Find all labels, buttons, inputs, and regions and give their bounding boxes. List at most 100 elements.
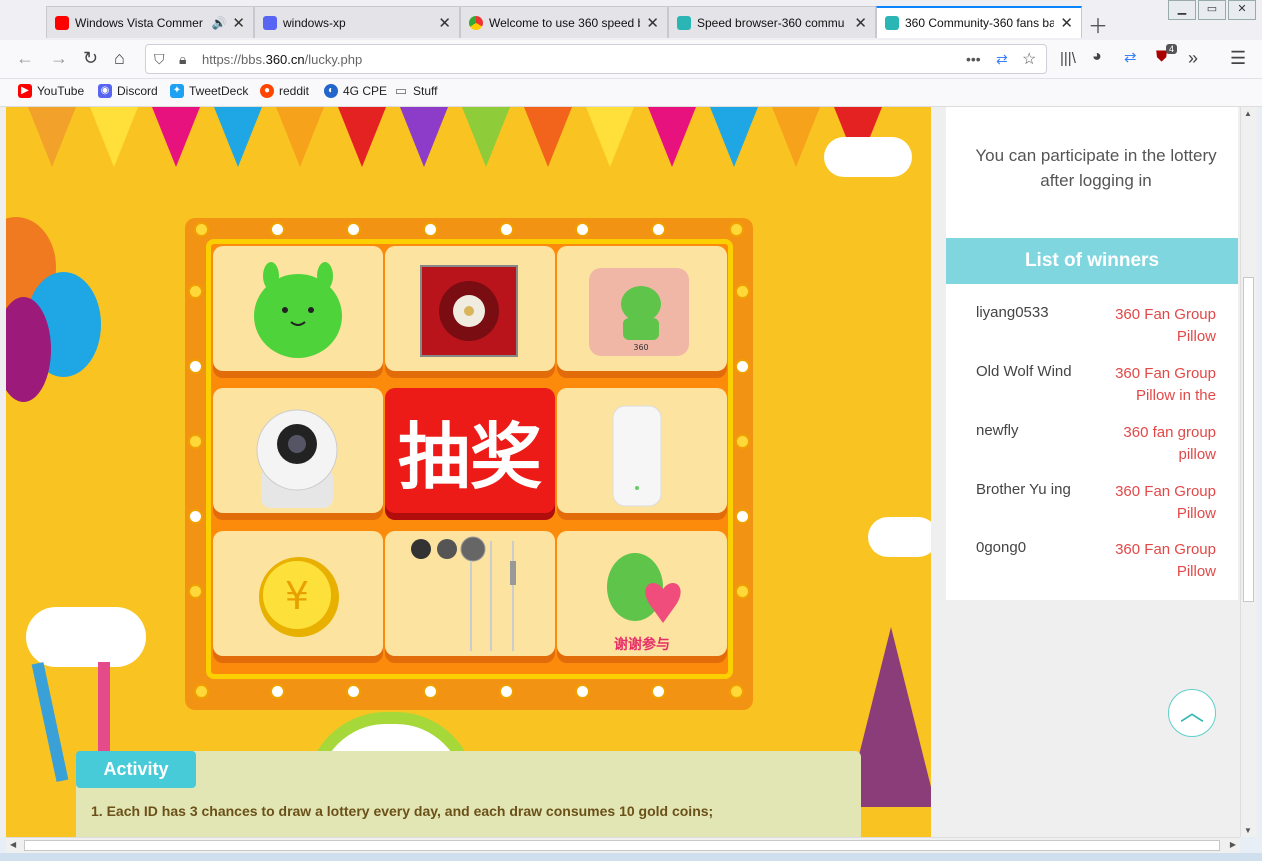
tab-speed-browser[interactable]: Speed browser-360 commu ✕ [668, 6, 876, 38]
page-actions-icon[interactable]: ••• [966, 51, 981, 67]
tab-windows-vista[interactable]: Windows Vista Commer 🔊 ✕ [46, 6, 254, 38]
speaker-icon[interactable]: 🔊 [211, 16, 226, 30]
cloud-decoration [868, 517, 931, 557]
tweetdeck-icon: ✦ [170, 84, 184, 98]
close-tab-icon[interactable]: ✕ [854, 14, 867, 32]
lock-icon: 🔒︎ [179, 51, 187, 67]
board-bulb [190, 286, 201, 297]
bookmark-label: 4G CPE [343, 84, 388, 98]
close-tab-icon[interactable]: ✕ [1060, 14, 1073, 32]
tab-title: windows-xp [283, 15, 346, 30]
scrollbar-thumb[interactable] [24, 840, 1220, 851]
discord-like-icon [263, 15, 277, 30]
scroll-down-icon[interactable]: ▼ [1244, 826, 1252, 835]
prize-pillow: 360 [557, 246, 727, 371]
scrollbar-thumb[interactable] [1243, 277, 1254, 602]
forward-icon[interactable]: → [50, 48, 68, 69]
lottery-grid: 360 抽奖 ¥ 谢谢参与 [206, 239, 733, 679]
pillow-icon: 360 [589, 268, 689, 356]
extension-badge: 4 [1166, 44, 1178, 54]
board-bulb [196, 686, 207, 697]
bookmark-label: TweetDeck [189, 84, 249, 98]
bookmark-4g-cpe[interactable]: ◐ 4G CPE [324, 84, 387, 98]
360-community-icon [677, 15, 691, 30]
bookmark-discord[interactable]: ◉ Discord [98, 84, 158, 98]
winners-list: List of winners liyang0533 360 Fan Group… [946, 238, 1238, 600]
scroll-right-icon[interactable]: ▶ [1230, 840, 1236, 849]
url-text[interactable]: https://bbs.360.cn/lucky.php [202, 52, 362, 67]
home-icon[interactable]: ⌂ [114, 48, 125, 69]
prize-security-camera [213, 388, 383, 513]
bunting-flag [276, 107, 324, 167]
close-tab-icon[interactable]: ✕ [646, 14, 659, 32]
bookmark-label: reddit [279, 84, 310, 98]
chevron-up-icon: ︿ [1180, 699, 1204, 726]
close-tab-icon[interactable]: ✕ [232, 14, 245, 32]
tab-welcome-360[interactable]: Welcome to use 360 speed b ✕ [460, 6, 668, 38]
board-bulb [653, 224, 664, 235]
bookmark-reddit[interactable]: ● reddit [260, 84, 309, 98]
bookmark-tweetdeck[interactable]: ✦ TweetDeck [170, 84, 248, 98]
board-bulb [272, 224, 283, 235]
maximize-icon[interactable]: ▭ [1198, 0, 1226, 20]
menu-icon[interactable]: ☰ [1230, 48, 1246, 69]
winner-prize: 360 Fan Group Pillow [1115, 483, 1216, 522]
new-tab-icon[interactable]: ＋ [1088, 10, 1108, 39]
translate-icon[interactable]: ⇄ [996, 51, 1008, 68]
winner-name: Brother Yu ing [976, 481, 1071, 498]
board-bulb [731, 224, 742, 235]
bunting-flag [710, 107, 758, 167]
close-window-icon[interactable]: ✕ [1228, 0, 1256, 20]
folder-icon: ▭ [394, 83, 408, 98]
translate-extension-icon[interactable]: ⇄ [1124, 48, 1137, 66]
browser-tab-strip: Windows Vista Commer 🔊 ✕ windows-xp ✕ We… [0, 0, 1262, 40]
scroll-left-icon[interactable]: ◀ [10, 840, 16, 849]
security-camera-icon [256, 409, 338, 508]
bookmark-youtube[interactable]: ▶ YouTube [18, 84, 84, 98]
board-bulb [737, 436, 748, 447]
board-bulb [272, 686, 283, 697]
overflow-chevron-icon[interactable]: » [1188, 48, 1198, 69]
horizontal-scrollbar[interactable]: ◀ ▶ [6, 837, 1240, 854]
bunting-flag [90, 107, 138, 167]
youtube-icon [55, 15, 69, 30]
360-community-icon [885, 16, 899, 30]
vertical-scrollbar[interactable]: ▲ ▼ [1240, 107, 1257, 837]
login-message[interactable]: You can participate in the lottery after… [966, 143, 1226, 193]
reddit-icon: ● [260, 84, 274, 98]
prize-gold-coin: ¥ [213, 531, 383, 656]
draw-lottery-label: 抽奖 [397, 415, 542, 499]
back-to-top-button[interactable]: ︿ [1168, 689, 1216, 737]
board-bulb [501, 686, 512, 697]
bookmark-star-icon[interactable]: ☆ [1022, 49, 1036, 69]
account-icon[interactable]: ◕ [1092, 48, 1102, 66]
library-icon[interactable]: |||\ [1060, 50, 1076, 67]
gold-coin-icon: ¥ [259, 557, 339, 637]
draw-lottery-button[interactable]: 抽奖 [385, 388, 555, 513]
tab-360-community[interactable]: 360 Community-360 fans ba ✕ [876, 6, 1082, 38]
bookmark-label: Discord [117, 84, 158, 98]
bunting-flag [648, 107, 696, 167]
winner-name: Old Wolf Wind [976, 363, 1072, 380]
bookmark-label: Stuff [413, 84, 438, 98]
globe-icon: ◐ [324, 84, 338, 98]
reload-icon[interactable]: ↻ [83, 48, 98, 69]
green-plush-icon [254, 262, 342, 358]
bookmark-folder-stuff[interactable]: ▭ Stuff [394, 83, 438, 99]
scroll-up-icon[interactable]: ▲ [1244, 109, 1252, 118]
board-bulb [190, 511, 201, 522]
winner-prize: 360 Fan Group Pillow [1115, 306, 1216, 345]
board-bulb [348, 686, 359, 697]
wifi-router-icon [612, 405, 662, 507]
shield-icon[interactable]: ⛉ [154, 51, 165, 68]
board-bulb [737, 586, 748, 597]
back-icon[interactable]: ← [16, 48, 34, 69]
winner-name: newfly [976, 422, 1019, 439]
window-controls: ▁ ▭ ✕ [1166, 0, 1256, 20]
login-notice: You can participate in the lottery after… [946, 107, 1238, 238]
activity-title: Activity [76, 751, 196, 788]
close-tab-icon[interactable]: ✕ [438, 14, 451, 32]
address-bar[interactable]: ⛉ 🔒︎ https://bbs.360.cn/lucky.php ••• ⇄ … [145, 44, 1047, 74]
tab-windows-xp[interactable]: windows-xp ✕ [254, 6, 460, 38]
minimize-icon[interactable]: ▁ [1168, 0, 1196, 20]
